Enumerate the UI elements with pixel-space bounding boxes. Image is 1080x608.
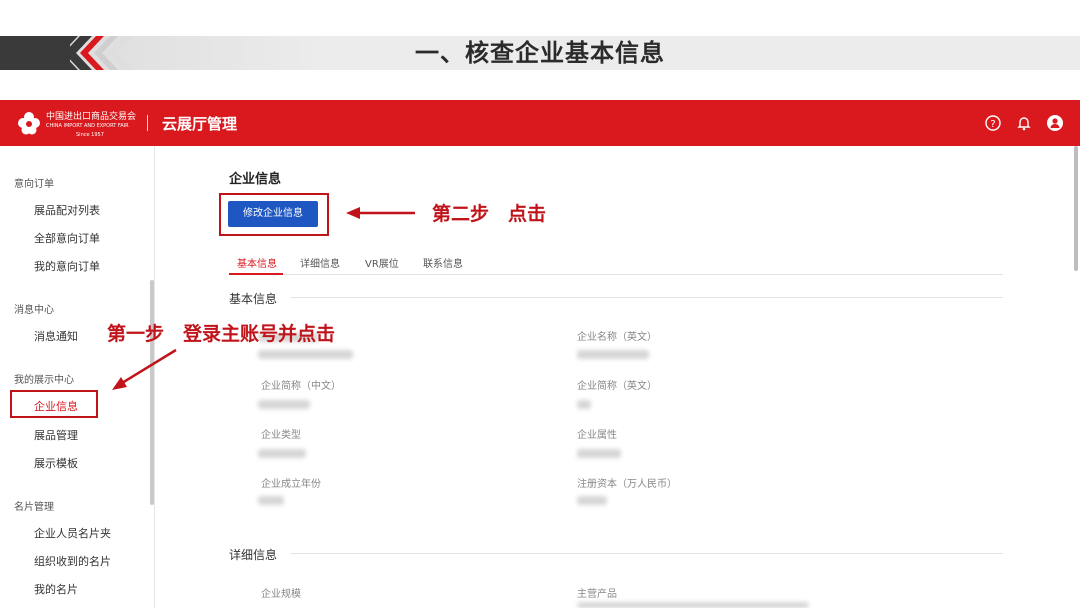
- step2-arrow-icon: [346, 207, 415, 219]
- annotation-arrows: [112, 207, 415, 390]
- step1-arrow-icon: [112, 348, 177, 390]
